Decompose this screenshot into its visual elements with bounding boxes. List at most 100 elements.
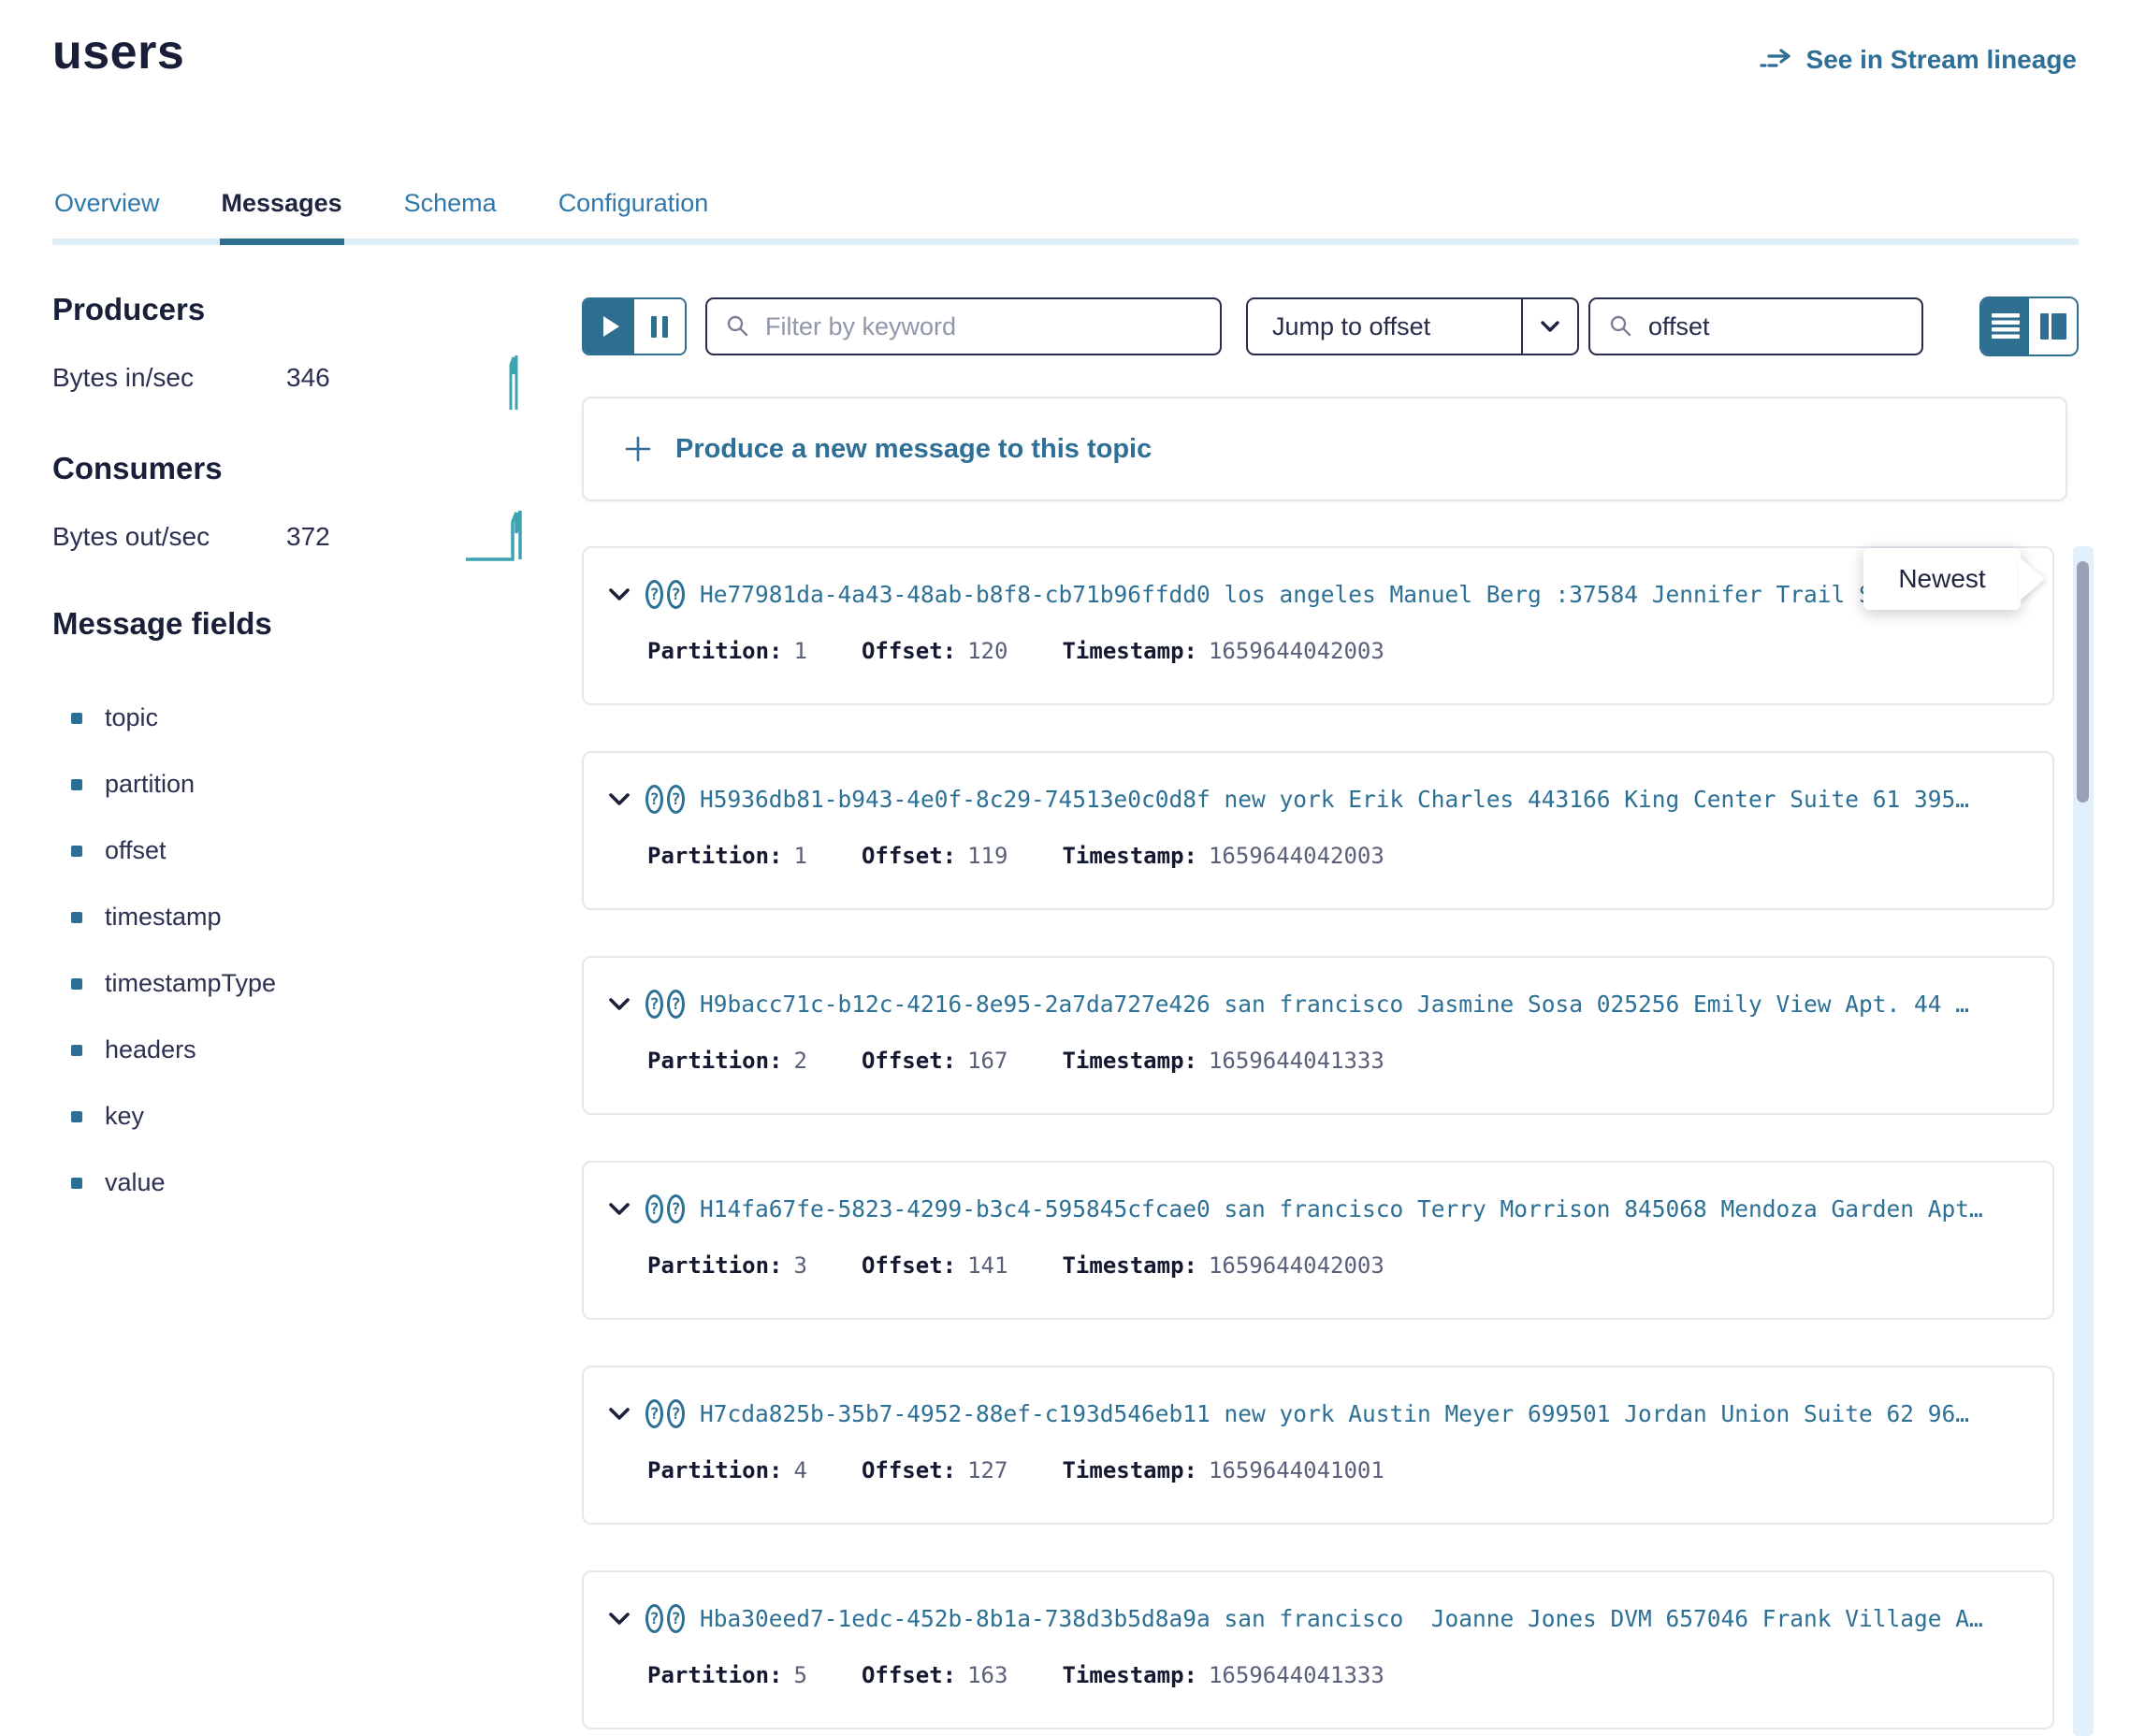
partition-label: Partition:: [647, 1662, 783, 1688]
message-field-item[interactable]: timestampType: [52, 950, 276, 1017]
bytes-in-value: 346: [286, 363, 330, 393]
tab-configuration[interactable]: Configuration: [557, 183, 711, 245]
message-meta-row: Partition: 3 Offset: 141 Timestamp: 1659…: [647, 1252, 1384, 1279]
jump-to-offset-label: Jump to offset: [1248, 312, 1521, 341]
stream-lineage-link[interactable]: See in Stream lineage: [1760, 45, 2077, 75]
message-field-item[interactable]: key: [52, 1083, 276, 1150]
partition-value: 1: [794, 638, 807, 664]
partition-label: Partition:: [647, 1048, 783, 1074]
field-bullet-icon: [71, 1045, 82, 1056]
message-field-item[interactable]: partition: [52, 751, 276, 817]
search-icon: [726, 314, 750, 339]
offset-search: [1588, 297, 1923, 355]
unrenderable-glyph-icon: ?: [667, 1604, 685, 1633]
expand-chevron-icon[interactable]: [608, 1202, 631, 1217]
list-view-icon: [1991, 312, 2021, 340]
partition-pair: Partition: 1: [647, 638, 807, 664]
message-field-item[interactable]: headers: [52, 1017, 276, 1083]
unrenderable-glyph-icon: ?: [667, 990, 685, 1019]
message-card: ? ? H9bacc71c-b12c-4216-8e95-2a7da727e42…: [582, 956, 2054, 1115]
plus-icon: [623, 434, 653, 464]
message-meta-row: Partition: 1 Offset: 120 Timestamp: 1659…: [647, 638, 1384, 664]
expand-chevron-icon[interactable]: [608, 1612, 631, 1627]
timestamp-value: 1659644041333: [1209, 1662, 1384, 1688]
tab-schema[interactable]: Schema: [402, 183, 499, 245]
message-header-row[interactable]: ? ? H5936db81-b943-4e0f-8c29-74513e0c0d8…: [608, 785, 2047, 814]
message-fields-heading: Message fields: [52, 606, 272, 642]
message-card: ? ? Hba30eed7-1edc-452b-8b1a-738d3b5d8a9…: [582, 1570, 2054, 1729]
offset-input[interactable]: [1646, 311, 1981, 342]
partition-pair: Partition: 1: [647, 843, 807, 869]
pause-button[interactable]: [634, 299, 685, 354]
message-field-item[interactable]: value: [52, 1150, 276, 1216]
produce-message-button[interactable]: Produce a new message to this topic: [582, 397, 2067, 501]
newest-tooltip: Newest: [1863, 548, 2021, 610]
play-button[interactable]: [584, 299, 634, 354]
offset-value: 141: [967, 1252, 1008, 1279]
messages-scrollbar-track[interactable]: [2073, 546, 2094, 1736]
message-header-row[interactable]: ? ? Hba30eed7-1edc-452b-8b1a-738d3b5d8a9…: [608, 1604, 2047, 1633]
chevron-down-icon: [1521, 299, 1577, 354]
message-value-preview: H5936db81-b943-4e0f-8c29-74513e0c0d8f ne…: [700, 786, 1969, 813]
topic-messages-page: users See in Stream lineage Overview Mes…: [0, 0, 2131, 1736]
timestamp-value: 1659644042003: [1209, 638, 1384, 664]
messages-scrollbar-thumb[interactable]: [2077, 561, 2089, 803]
unrenderable-glyph-icon: ?: [667, 1399, 685, 1428]
bytes-in-sparkline: [486, 352, 539, 412]
list-view-button[interactable]: [1981, 298, 2029, 354]
offset-value: 163: [967, 1662, 1008, 1688]
unrenderable-glyph-icon: ?: [667, 580, 685, 609]
field-label: headers: [105, 1035, 196, 1064]
message-header-row[interactable]: ? ? H9bacc71c-b12c-4216-8e95-2a7da727e42…: [608, 990, 2047, 1019]
field-label: offset: [105, 836, 167, 865]
expand-chevron-icon[interactable]: [608, 587, 631, 602]
timestamp-value: 1659644041333: [1209, 1048, 1384, 1074]
message-fields-list: topic partition offset timestamp timesta…: [52, 685, 276, 1216]
offset-pair: Offset: 141: [862, 1252, 1008, 1279]
message-field-item[interactable]: timestamp: [52, 884, 276, 950]
offset-label: Offset:: [862, 1662, 956, 1688]
message-field-item[interactable]: topic: [52, 685, 276, 751]
offset-value: 127: [967, 1457, 1008, 1483]
offset-label: Offset:: [862, 1252, 956, 1279]
timestamp-pair: Timestamp: 1659644042003: [1062, 843, 1384, 869]
field-label: topic: [105, 703, 158, 732]
unrenderable-glyph-icon: ?: [645, 580, 663, 609]
jump-to-offset-select[interactable]: Jump to offset: [1246, 297, 1579, 355]
timestamp-pair: Timestamp: 1659644042003: [1062, 638, 1384, 664]
offset-search-icon: [1609, 314, 1633, 339]
message-card: ? ? H7cda825b-35b7-4952-88ef-c193d546eb1…: [582, 1366, 2054, 1525]
partition-value: 4: [794, 1457, 807, 1483]
message-field-item[interactable]: offset: [52, 817, 276, 884]
expand-chevron-icon[interactable]: [608, 792, 631, 807]
message-header-row[interactable]: ? ? H14fa67fe-5823-4299-b3c4-595845cfcae…: [608, 1194, 2047, 1223]
partition-label: Partition:: [647, 843, 783, 869]
offset-value: 119: [967, 843, 1008, 869]
bytes-out-sparkline: [464, 505, 543, 565]
timestamp-pair: Timestamp: 1659644041333: [1062, 1662, 1384, 1688]
tab-overview[interactable]: Overview: [52, 183, 162, 245]
message-header-row[interactable]: ? ? He77981da-4a43-48ab-b8f8-cb71b96ffdd…: [608, 580, 2047, 609]
field-bullet-icon: [71, 1111, 82, 1122]
unrenderable-glyph-icon: ?: [645, 1399, 663, 1428]
message-header-row[interactable]: ? ? H7cda825b-35b7-4952-88ef-c193d546eb1…: [608, 1399, 2047, 1428]
filter-input[interactable]: [763, 311, 1220, 342]
unrenderable-glyph-icon: ?: [645, 1604, 663, 1633]
bytes-out-value: 372: [286, 522, 330, 552]
tab-messages[interactable]: Messages: [220, 183, 344, 245]
unrenderable-glyph-icon: ?: [645, 785, 663, 814]
partition-pair: Partition: 3: [647, 1252, 807, 1279]
message-value-preview: H14fa67fe-5823-4299-b3c4-595845cfcae0 sa…: [700, 1195, 1983, 1222]
expand-chevron-icon[interactable]: [608, 997, 631, 1012]
partition-label: Partition:: [647, 1457, 783, 1483]
message-value-preview: H7cda825b-35b7-4952-88ef-c193d546eb11 ne…: [700, 1400, 1969, 1427]
bytes-out-label: Bytes out/sec: [52, 522, 286, 552]
timestamp-label: Timestamp:: [1062, 1048, 1197, 1074]
offset-pair: Offset: 127: [862, 1457, 1008, 1483]
expand-chevron-icon[interactable]: [608, 1407, 631, 1422]
pause-icon: [651, 316, 657, 338]
column-view-button[interactable]: [2029, 298, 2077, 354]
message-card: ? ? H14fa67fe-5823-4299-b3c4-595845cfcae…: [582, 1161, 2054, 1320]
unrenderable-glyph-icon: ?: [645, 1194, 663, 1223]
field-bullet-icon: [71, 1178, 82, 1189]
